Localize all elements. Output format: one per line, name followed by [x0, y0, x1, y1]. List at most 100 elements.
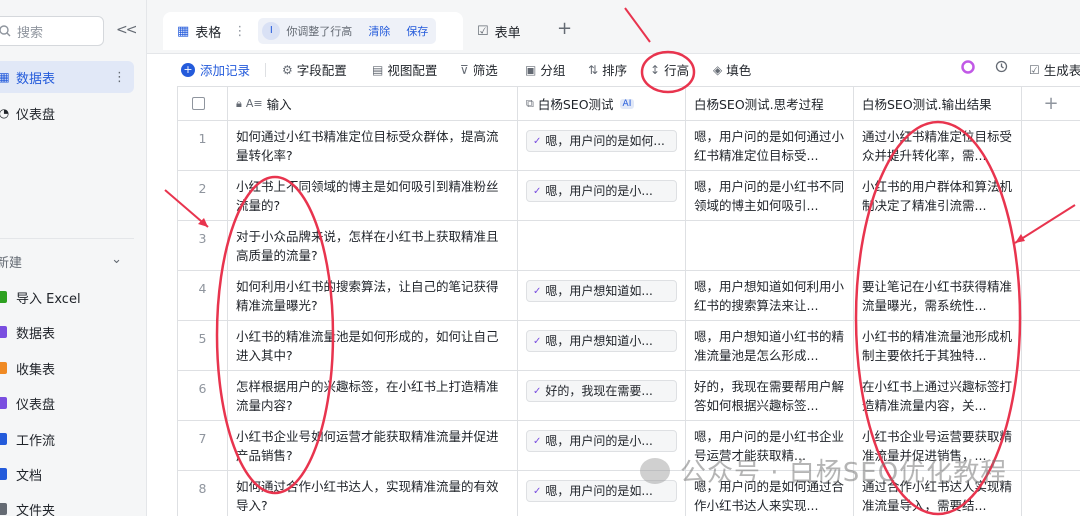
select-all-header[interactable] [178, 87, 228, 121]
table-row[interactable]: 3 对于小众品牌来说，怎样在小红书上获取精准且高质量的流量? [178, 221, 1080, 271]
cell-num[interactable]: 5 [178, 321, 228, 371]
select-all-checkbox[interactable] [192, 97, 205, 110]
filter-button[interactable]: ⊽ 筛选 [460, 60, 498, 79]
sidebar-divider [0, 238, 134, 239]
cell-think[interactable]: 嗯，用户问的是小红书不同领域的博主如何吸引... [686, 171, 854, 221]
tab-form[interactable]: ☑ 表单 [477, 22, 521, 41]
field-config-button[interactable]: ⚙ 字段配置 [282, 60, 347, 79]
cell-think[interactable]: 嗯，用户想知道如何利用小红书的搜索算法来让... [686, 271, 854, 321]
cell-input[interactable]: 小红书的精准流量池是如何形成的，如何让自己进入其中? [228, 321, 518, 371]
cell-num[interactable]: 6 [178, 371, 228, 421]
ai-result-chip[interactable]: ✓ 嗯，用户问的是如何... [526, 130, 677, 152]
new-workflow[interactable]: 工作流 [0, 427, 55, 451]
group-button[interactable]: ▣ 分组 [525, 60, 565, 79]
cell-input[interactable]: 小红书企业号如何运营才能获取精准流量并促进产品销售? [228, 421, 518, 471]
new-import-excel[interactable]: 导入 Excel [0, 285, 81, 309]
cell-input[interactable]: 小红书上不同领域的博主是如何吸引到精准粉丝流量的? [228, 171, 518, 221]
notice-text: 你调整了行高 [286, 25, 353, 38]
cell-input[interactable]: 对于小众品牌来说，怎样在小红书上获取精准且高质量的流量? [228, 221, 518, 271]
cell-text: 如何通过小红书精准定位目标受众群体，提高流量转化率? [236, 129, 499, 163]
cell-text: 嗯，用户问的是如何通过小红书精准定位目标受... [694, 129, 845, 163]
sidebar-item-data-table[interactable]: ▦ 数据表 ⋮ [0, 61, 134, 93]
cell-input[interactable]: 怎样根据用户的兴趣标签，在小红书上打造精准流量内容? [228, 371, 518, 421]
ai-badge: AI [619, 98, 635, 109]
tab-table[interactable]: ▦ 表格 ⋮ I 你调整了行高 清除 保存 [163, 12, 463, 50]
cell-think[interactable] [686, 221, 854, 271]
column-header-result[interactable]: 白杨SEO测试.输出结果 [854, 87, 1022, 121]
ai-chip-text: 嗯，用户想知道如... [545, 283, 653, 298]
cell-num[interactable]: 4 [178, 271, 228, 321]
more-icon[interactable]: ⋮ [113, 70, 126, 85]
sort-button[interactable]: ⇅ 排序 [588, 60, 627, 79]
generate-table-button[interactable]: ☑ 生成表 [1029, 60, 1080, 79]
add-record-button[interactable]: + 添加记录 [181, 60, 250, 79]
cell-ai[interactable]: ✓ 嗯，用户问的是如何... [518, 121, 686, 171]
ai-assistant-icon[interactable] [961, 60, 975, 74]
row-height-button[interactable]: ↕ 行高 [650, 60, 689, 79]
table-row[interactable]: 4 如何利用小红书的搜索算法，让自己的笔记获得精准流量曝光? ✓ 嗯，用户想知道如..… [178, 271, 1080, 321]
ai-done-icon: ✓ [533, 385, 542, 397]
ai-result-chip[interactable]: ✓ 嗯，用户问的是小... [526, 180, 677, 202]
more-icon[interactable]: ⋮ [233, 24, 246, 39]
cell-think[interactable]: 嗯，用户想知道小红书的精准流量池是怎么形成... [686, 321, 854, 371]
add-view-icon[interactable]: + [557, 18, 572, 39]
new-folder[interactable]: 文件夹 [0, 497, 55, 516]
search-box[interactable]: 搜索 [0, 16, 104, 46]
new-item-label: 文件夹 [16, 503, 56, 516]
add-column-icon[interactable]: + [1022, 87, 1080, 121]
cell-think[interactable]: 嗯，用户问的是如何通过小红书精准定位目标受... [686, 121, 854, 171]
toolbar-label: 行高 [664, 63, 690, 78]
cell-result[interactable] [854, 221, 1022, 271]
ai-field-icon: ⧉ [526, 96, 534, 110]
cell-result[interactable]: 在小红书上通过兴趣标签打造精准流量内容，关... [854, 371, 1022, 421]
cell-text: 在小红书上通过兴趣标签打造精准流量内容，关... [862, 379, 1013, 413]
cell-input[interactable]: 如何通过小红书精准定位目标受众群体，提高流量转化率? [228, 121, 518, 171]
cell-input[interactable]: 如何利用小红书的搜索算法，让自己的笔记获得精准流量曝光? [228, 271, 518, 321]
ai-result-chip[interactable]: ✓ 嗯，用户问的是小... [526, 430, 677, 452]
cell-result[interactable]: 小红书的用户群体和算法机制决定了精准引流需... [854, 171, 1022, 221]
cell-input[interactable]: 如何通过合作小红书达人，实现精准流量的有效导入? [228, 471, 518, 516]
new-dashboard[interactable]: 仪表盘 [0, 391, 55, 415]
cell-result[interactable]: 要让笔记在小红书获得精准流量曝光，需系统性... [854, 271, 1022, 321]
column-header-ai[interactable]: ⧉ 白杨SEO测试 AI [518, 87, 686, 121]
ai-result-chip[interactable]: ✓ 嗯，用户想知道如... [526, 280, 677, 302]
cell-think[interactable]: 好的，我现在需要帮用户解答如何根据兴趣标签... [686, 371, 854, 421]
table-row[interactable]: 6 怎样根据用户的兴趣标签，在小红书上打造精准流量内容? ✓ 好的，我现在需要... 好… [178, 371, 1080, 421]
cell-result[interactable]: 通过小红书精准定位目标受众并提升转化率，需... [854, 121, 1022, 171]
cell-num[interactable]: 7 [178, 421, 228, 471]
table-icon: ▦ [0, 70, 10, 84]
new-data-table[interactable]: 数据表 [0, 320, 55, 344]
cell-text: 通过小红书精准定位目标受众并提升转化率，需... [862, 129, 1013, 163]
table-row[interactable]: 5 小红书的精准流量池是如何形成的，如何让自己进入其中? ✓ 嗯，用户想知道小... 嗯… [178, 321, 1080, 371]
toolbar-label: 分组 [540, 63, 566, 78]
cell-num[interactable]: 1 [178, 121, 228, 171]
new-form[interactable]: 收集表 [0, 356, 55, 380]
cell-num[interactable]: 2 [178, 171, 228, 221]
cell-text: 3 [198, 231, 207, 246]
cell-ai[interactable]: ✓ 嗯，用户想知道如... [518, 271, 686, 321]
cell-ai[interactable]: ✓ 嗯，用户问的是小... [518, 171, 686, 221]
toolbar-label: 筛选 [472, 63, 498, 78]
save-button[interactable]: 保存 [406, 23, 428, 39]
view-config-button[interactable]: ▤ 视图配置 [372, 60, 437, 79]
fill-color-button[interactable]: ◈ 填色 [713, 60, 751, 79]
cell-num[interactable]: 8 [178, 471, 228, 516]
cell-ai[interactable] [518, 221, 686, 271]
new-document[interactable]: 文档 [0, 462, 42, 486]
cell-ai[interactable]: ✓ 嗯，用户想知道小... [518, 321, 686, 371]
cell-result[interactable]: 小红书的精准流量池形成机制主要依托于其独特... [854, 321, 1022, 371]
clear-button[interactable]: 清除 [368, 23, 390, 39]
collapse-sidebar-icon[interactable]: << [116, 22, 138, 38]
new-section-header[interactable]: 新建 ⌄ [0, 252, 122, 271]
ai-result-chip[interactable]: ✓ 嗯，用户想知道小... [526, 330, 677, 352]
paint-bucket-icon: ◈ [713, 62, 723, 77]
column-header-input[interactable]: 🔒︎ A≡ 输入 [228, 87, 518, 121]
history-icon[interactable] [995, 60, 1008, 73]
cell-ai[interactable]: ✓ 好的，我现在需要... [518, 371, 686, 421]
column-header-thinking[interactable]: 白杨SEO测试.思考过程 [686, 87, 854, 121]
ai-result-chip[interactable]: ✓ 好的，我现在需要... [526, 380, 677, 402]
cell-num[interactable]: 3 [178, 221, 228, 271]
table-row[interactable]: 1 如何通过小红书精准定位目标受众群体，提高流量转化率? ✓ 嗯，用户问的是如何...… [178, 121, 1080, 171]
table-row[interactable]: 2 小红书上不同领域的博主是如何吸引到精准粉丝流量的? ✓ 嗯，用户问的是小... 嗯，… [178, 171, 1080, 221]
sidebar-item-dashboard[interactable]: ◔ 仪表盘 [0, 97, 134, 129]
